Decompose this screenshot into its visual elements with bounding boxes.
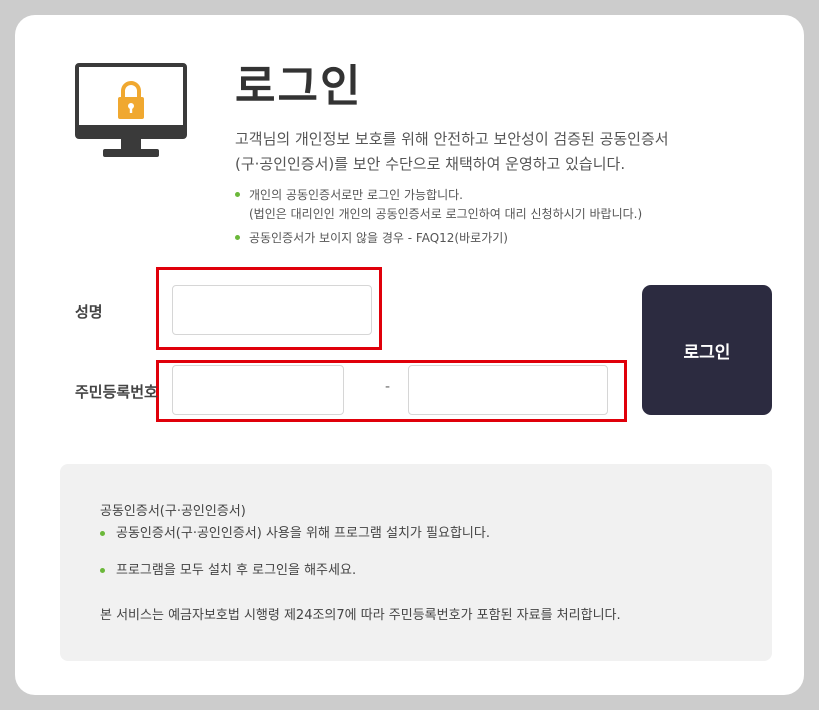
rrn-label: 주민등록번호 [75,383,158,401]
info-item: 프로그램을 모두 설치 후 로그인을 해주세요. [100,561,740,581]
login-card: 로그인 고객님의 개인정보 보호를 위해 안전하고 보안성이 검증된 공동인증서… [15,15,804,695]
page-title: 로그인 [235,61,363,112]
rrn-separator: - [385,379,391,395]
page-description: 고객님의 개인정보 보호를 위해 안전하고 보안성이 검증된 공동인증서 (구·… [235,127,755,177]
notice-subtext: (법인은 대리인인 개인의 공동인증서로 로그인하여 대리 신청하시기 바랍니다… [249,207,643,221]
notice-item-faq-link[interactable]: 공동인증서가 보이지 않을 경우 - FAQ12(바로가기) [235,229,755,248]
monitor-icon [75,63,187,157]
rrn-back-input[interactable] [408,365,608,415]
rrn-front-input[interactable] [172,365,344,415]
info-title: 공동인증서(구·공인인증서) [100,504,246,519]
notice-list: 개인의 공동인증서로만 로그인 가능합니다. (법인은 대리인인 개인의 공동인… [235,186,755,248]
info-list: 공동인증서(구·공인인증서) 사용을 위해 프로그램 설치가 필요합니다. 프로… [100,524,740,581]
info-note: 본 서비스는 예금자보호법 시행령 제24조의7에 따라 주민등록번호가 포함된… [100,608,621,623]
notice-item-personal-cert: 개인의 공동인증서로만 로그인 가능합니다. (법인은 대리인인 개인의 공동인… [235,186,755,224]
name-input[interactable] [172,285,372,335]
login-button[interactable]: 로그인 [642,285,772,415]
description-line-1: 고객님의 개인정보 보호를 위해 안전하고 보안성이 검증된 공동인증서 [235,130,669,148]
description-line-2: (구·공인인증서)를 보안 수단으로 채택하여 운영하고 있습니다. [235,155,626,173]
notice-text: 개인의 공동인증서로만 로그인 가능합니다. [249,188,463,202]
info-item: 공동인증서(구·공인인증서) 사용을 위해 프로그램 설치가 필요합니다. [100,524,740,544]
certificate-info-box: 공동인증서(구·공인인증서) 공동인증서(구·공인인증서) 사용을 위해 프로그… [60,464,772,661]
name-label: 성명 [75,303,103,321]
